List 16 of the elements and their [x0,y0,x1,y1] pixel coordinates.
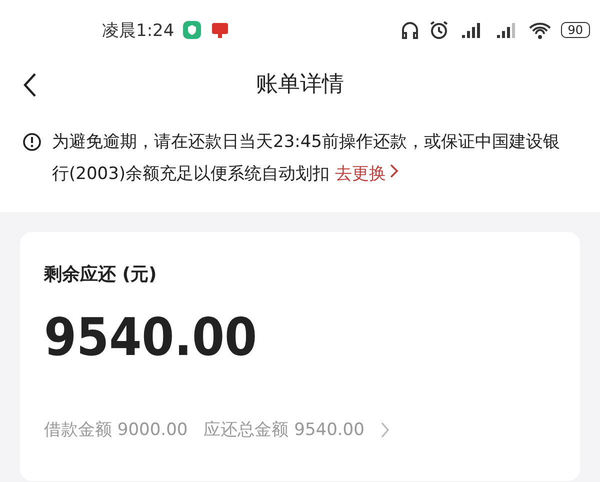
page-title: 账单详情 [256,71,344,99]
wifi-icon [528,20,552,40]
headphones-icon [400,20,420,40]
battery-level: 90 [560,22,590,38]
back-icon[interactable] [22,72,38,98]
notice-text: 为避免逾期，请在还款日当天23:45前操作还款，或保证中国建设银行(2003)余额充足以便系统自动划扣 去更换 [52,131,560,186]
chevron-icon [388,163,399,179]
detail-text: 应还总金额 9540.00 [204,419,364,441]
alarm-icon [428,20,449,40]
shield-icon [182,20,202,40]
status-time: 凌晨1:24 [102,20,174,42]
warning-icon [22,132,42,152]
amount-value: 9540.00 [44,308,258,368]
change-link[interactable]: 去更换 [334,164,399,184]
amount-label: 剩余应还 (元) [44,263,158,286]
detail-text: 借款金额 9000.00 [44,419,188,441]
